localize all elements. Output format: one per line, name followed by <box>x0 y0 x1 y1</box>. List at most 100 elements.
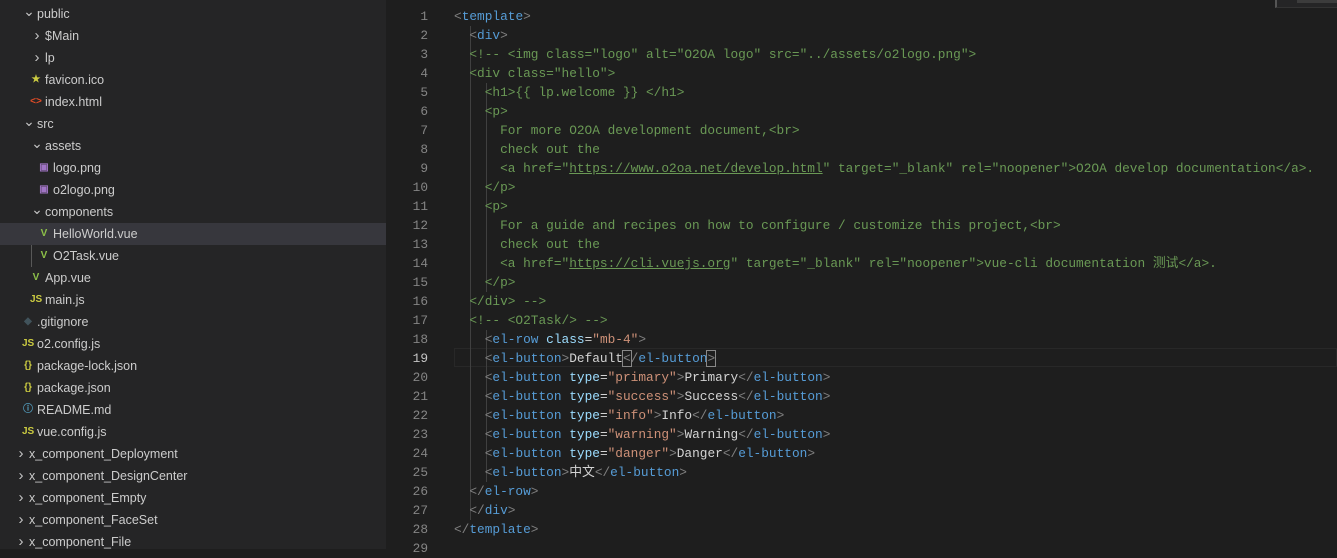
code-token: = <box>599 370 608 385</box>
chevron-right-icon[interactable]: › <box>15 443 27 465</box>
explorer-item[interactable]: {} package.json <box>0 377 386 399</box>
chevron-right-icon[interactable]: › <box>15 465 27 487</box>
code-line[interactable]: <el-row class="mb-4"> <box>454 330 646 349</box>
explorer-item-label: x_component_Empty <box>29 491 147 505</box>
code-token: Success <box>684 389 739 404</box>
explorer-item[interactable]: › lp <box>0 47 386 69</box>
code-line[interactable]: <!-- <img class="logo" alt="O2OA logo" s… <box>454 45 976 64</box>
code-token: </p> <box>454 180 516 195</box>
explorer-item[interactable]: ⌄ public <box>0 3 386 25</box>
chevron-down-icon[interactable]: ⌄ <box>23 110 35 132</box>
code-line[interactable]: <el-button type="primary">Primary</el-bu… <box>454 368 831 387</box>
explorer-item[interactable]: › x_component_FaceSet <box>0 509 386 531</box>
line-number: 25 <box>412 465 428 480</box>
code-line[interactable]: <!-- <O2Task/> --> <box>454 311 607 330</box>
code-line[interactable]: <a href="https://www.o2oa.net/develop.ht… <box>454 159 1314 178</box>
code-line[interactable]: <div> <box>454 26 507 45</box>
explorer-item-label: HelloWorld.vue <box>53 227 138 241</box>
chevron-right-icon[interactable]: › <box>31 25 43 47</box>
explorer-item[interactable]: V HelloWorld.vue <box>0 223 386 245</box>
code-line[interactable]: check out the <box>454 140 600 159</box>
explorer-item[interactable]: V App.vue <box>0 267 386 289</box>
explorer-item[interactable]: › x_component_Empty <box>0 487 386 509</box>
code-line[interactable]: </template> <box>454 520 538 539</box>
chevron-down-icon[interactable]: ⌄ <box>31 132 43 154</box>
js-file-icon: JS <box>22 426 35 437</box>
line-number: 4 <box>420 66 428 81</box>
code-line[interactable]: </div> --> <box>454 292 546 311</box>
explorer-item[interactable]: › x_component_Deployment <box>0 443 386 465</box>
explorer-item[interactable]: <> index.html <box>0 91 386 113</box>
explorer-item[interactable]: ⌄ src <box>0 113 386 135</box>
explorer-item[interactable]: ▣ logo.png <box>0 157 386 179</box>
code-line[interactable]: <el-button type="success">Success</el-bu… <box>454 387 831 406</box>
code-line[interactable]: </div> <box>454 501 515 520</box>
code-token: div <box>484 503 508 518</box>
chevron-down-icon[interactable]: ⌄ <box>31 198 43 220</box>
code-token: > <box>530 522 539 537</box>
line-number: 21 <box>412 389 428 404</box>
code-token: <h1>{{ lp.welcome }} </h1> <box>454 85 685 100</box>
code-line[interactable]: <el-button type="danger">Danger</el-butt… <box>454 444 815 463</box>
code-line[interactable]: For more O2OA development document,<br> <box>454 121 800 140</box>
line-number: 18 <box>412 332 428 347</box>
explorer-item[interactable]: › x_component_DesignCenter <box>0 465 386 487</box>
code-token: el-button <box>753 389 823 404</box>
code-line[interactable]: </p> <box>454 273 516 292</box>
explorer-item[interactable]: JS o2.config.js <box>0 333 386 355</box>
line-number: 13 <box>412 237 428 252</box>
explorer-item[interactable]: ▣ o2logo.png <box>0 179 386 201</box>
code-token: el-button <box>492 370 562 385</box>
code-line[interactable]: check out the <box>454 235 600 254</box>
chevron-right-icon[interactable]: › <box>31 47 43 69</box>
explorer-item-label: x_component_FaceSet <box>29 513 158 527</box>
code-token: <a href=" <box>454 161 570 176</box>
code-line[interactable]: </p> <box>454 178 516 197</box>
code-token: Warning <box>684 427 739 442</box>
code-token: check out the <box>454 237 600 252</box>
line-number: 6 <box>420 104 428 119</box>
code-line[interactable]: <h1>{{ lp.welcome }} </h1> <box>454 83 685 102</box>
code-line[interactable]: </el-row> <box>454 482 538 501</box>
explorer-item[interactable]: {} package-lock.json <box>0 355 386 377</box>
code-token: type <box>569 446 600 461</box>
chevron-right-icon[interactable]: › <box>15 531 27 549</box>
chevron-right-icon[interactable]: › <box>15 509 27 531</box>
code-line[interactable]: <p> <box>454 197 508 216</box>
code-token: Info <box>661 408 693 423</box>
explorer-item[interactable]: V O2Task.vue <box>0 245 386 267</box>
explorer-item[interactable]: ⌄ components <box>0 201 386 223</box>
code-line[interactable]: <template> <box>454 7 531 26</box>
code-line[interactable]: <el-button type="warning">Warning</el-bu… <box>454 425 831 444</box>
code-token: el-button <box>753 427 823 442</box>
explorer-item[interactable]: ◆ .gitignore <box>0 311 386 333</box>
explorer-item[interactable]: › $Main <box>0 25 386 47</box>
json-file-icon: {} <box>24 382 32 393</box>
code-token: </ <box>469 503 485 518</box>
code-token: > <box>822 389 831 404</box>
code-token: For more O2OA development document,<br> <box>454 123 800 138</box>
code-line[interactable]: <el-button>Default</el-button> <box>454 349 717 368</box>
code-line[interactable]: For a guide and recipes on how to config… <box>454 216 1061 235</box>
explorer-item[interactable]: ⓘ README.md <box>0 399 386 421</box>
code-token: "success" <box>607 389 677 404</box>
code-line[interactable]: <p> <box>454 102 508 121</box>
code-editor[interactable]: 1 <template> 2 <div> 3 <!-- <img class="log… <box>386 0 1337 556</box>
code-line[interactable]: <el-button>中文</el-button> <box>454 463 687 482</box>
explorer-item[interactable]: JS vue.config.js <box>0 421 386 443</box>
vue-file-icon: V <box>32 272 40 283</box>
explorer-item[interactable]: ⌄ assets <box>0 135 386 157</box>
explorer-item[interactable]: JS main.js <box>0 289 386 311</box>
explorer-item[interactable]: ★ favicon.ico <box>0 69 386 91</box>
code-line[interactable]: <el-button type="info">Info</el-button> <box>454 406 785 425</box>
code-token: el-button <box>707 408 777 423</box>
chevron-right-icon[interactable]: › <box>15 487 27 509</box>
explorer-item-label: favicon.ico <box>45 73 105 87</box>
code-line[interactable]: <div class="hello"> <box>454 64 615 83</box>
code-token: </ <box>594 465 611 480</box>
explorer-item[interactable]: › x_component_File <box>0 531 386 549</box>
chevron-down-icon[interactable]: ⌄ <box>23 0 35 22</box>
code-line[interactable]: <a href="https://cli.vuejs.org" target="… <box>454 254 1217 273</box>
code-token: " target="_blank" rel="noopener">O2OA de… <box>822 161 1315 176</box>
